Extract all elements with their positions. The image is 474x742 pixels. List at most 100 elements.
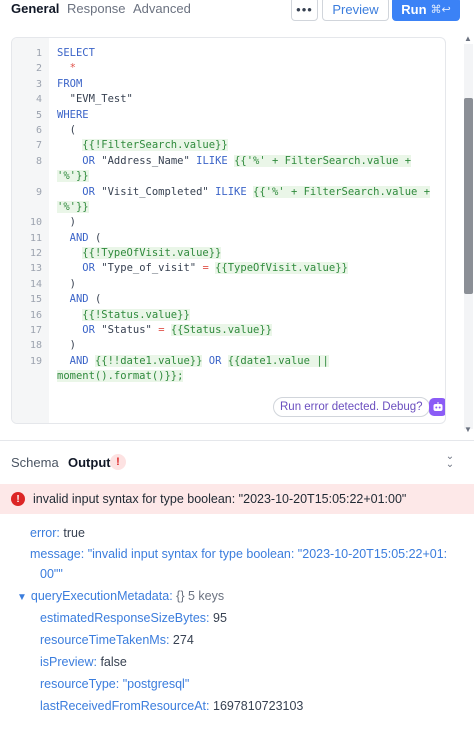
error-icon: ! (11, 492, 25, 506)
tab-advanced[interactable]: Advanced (133, 1, 191, 16)
code-token: "Status" (101, 324, 152, 337)
code-line: moment().format()}}; (12, 369, 445, 384)
line-number: 9 (35, 186, 42, 198)
code-line: 1 SELECT (12, 46, 445, 61)
code-line: 13 OR "Type_of_visit" = {{TypeOfVisit.va… (12, 261, 445, 276)
code-line: 5 WHERE (12, 108, 445, 123)
json-row-field: resourceType: "postgresql" (40, 677, 189, 691)
code-token: * (69, 62, 76, 75)
code-line: 6 ( (12, 123, 445, 138)
code-token: "Type_of_visit" (101, 262, 197, 275)
line-number: 18 (29, 340, 42, 352)
run-button[interactable]: Run ⌘↩ (392, 0, 460, 21)
code-token: {{!FilterSearch.value}} (82, 139, 228, 152)
code-token: {{!Status.value}} (82, 308, 190, 321)
line-number: 19 (29, 355, 42, 367)
panel-divider[interactable] (0, 440, 474, 441)
run-button-label: Run (401, 1, 427, 17)
code-line: 8 OR "Address_Name" ILIKE {{'%' + Filter… (12, 154, 445, 169)
code-line: 15 AND ( (12, 292, 445, 307)
json-key: lastReceivedFromResourceAt: (40, 699, 210, 713)
code-token: "Address_Name" (101, 154, 190, 167)
caret-down-icon[interactable]: ▼ (17, 592, 27, 603)
code-line: 4 "EVM_Test" (12, 92, 445, 107)
code-line: 11 AND ( (12, 231, 445, 246)
json-value: 95 (213, 611, 227, 625)
code-token: = (202, 262, 209, 275)
code-token: "Visit_Completed" (101, 185, 209, 198)
line-number: 8 (35, 155, 42, 167)
scroll-down-arrow-icon[interactable]: ▼ (463, 425, 473, 435)
code-token: SELECT (57, 47, 95, 59)
code-line: 17 OR "Status" = {{Status.value}} (12, 323, 445, 338)
line-number: 12 (29, 248, 42, 260)
code-token: WHERE (57, 108, 89, 121)
line-number: 6 (35, 124, 42, 136)
code-token: ( (94, 231, 102, 244)
json-value: 00"" (40, 567, 63, 581)
code-line: 18 ) (12, 338, 445, 353)
code-token: FROM (57, 77, 83, 90)
code-line: 12 {{!TypeOfVisit.value}} (12, 246, 445, 261)
more-options-button[interactable]: ••• (291, 0, 318, 21)
json-value: false (100, 655, 127, 669)
json-value: 1697810723103 (213, 699, 304, 713)
json-row-field: lastReceivedFromResourceAt: 169781072310… (40, 699, 303, 713)
code-token: OR (82, 185, 95, 198)
code-token: moment().format()}}; (57, 370, 184, 383)
code-token: AND (69, 231, 89, 244)
code-line: 2 * (12, 61, 445, 76)
line-number: 3 (35, 78, 42, 90)
tab-schema[interactable]: Schema (11, 455, 59, 470)
line-number: 4 (35, 94, 42, 106)
code-token: ) (69, 277, 76, 290)
line-number: 2 (35, 63, 42, 75)
code-token: {{Status.value}} (170, 324, 272, 337)
line-number: 15 (29, 294, 42, 306)
code-line: '%'}} (12, 169, 445, 184)
code-token: = (158, 324, 165, 337)
error-badge-icon: ! (110, 454, 126, 470)
code-line: 9 OR "Visit_Completed" ILIKE {{'%' + Fil… (12, 185, 445, 200)
json-row-message: message: "invalid input syntax for type … (30, 547, 447, 561)
code-token: {{!TypeOfVisit.value}} (82, 247, 222, 260)
tab-general[interactable]: General (11, 1, 59, 16)
code-area[interactable]: 1 SELECT 2 * 3 FROM 4 "EVM_Test" 5 WHERE 6 … (12, 46, 445, 385)
code-token: ILIKE (196, 154, 228, 167)
sql-editor[interactable]: 1 SELECT 2 * 3 FROM 4 "EVM_Test" 5 WHERE 6 … (11, 37, 446, 424)
collapse-chevrons-icon[interactable]: ⌄ ⌄ (443, 452, 457, 470)
json-row-message-cont: 00"" (40, 567, 63, 581)
tab-output[interactable]: Output (68, 455, 111, 470)
line-number: 10 (29, 217, 42, 229)
json-key: message: (30, 547, 85, 561)
json-row-field: resourceTimeTakenMs: 274 (40, 633, 194, 647)
error-banner: ! invalid input syntax for type boolean:… (0, 484, 474, 514)
preview-button[interactable]: Preview (322, 0, 389, 21)
code-line: 19 AND {{!!date1.value}} OR {{date1.valu… (12, 354, 445, 369)
debug-prompt-button[interactable]: Run error detected. Debug? (273, 397, 430, 417)
code-token: AND (69, 354, 89, 367)
line-number: 11 (29, 232, 42, 244)
ai-assistant-icon[interactable] (429, 398, 445, 416)
code-token: {{date1.value || (227, 354, 329, 367)
code-token: ) (69, 339, 76, 352)
json-key: queryExecutionMetadata: (30, 589, 173, 603)
code-token: '%'}} (57, 170, 89, 183)
json-key: isPreview: (40, 655, 97, 669)
scroll-up-arrow-icon[interactable]: ▲ (463, 34, 473, 44)
code-line: 14 ) (12, 277, 445, 292)
json-row-metadata[interactable]: ▼ queryExecutionMetadata: {} 5 keys (17, 589, 224, 603)
json-value: "invalid input syntax for type boolean: … (87, 547, 448, 561)
code-line: 10 ) (12, 215, 445, 230)
code-token: ) (69, 216, 76, 229)
code-token: {{'%' + FilterSearch.value + (253, 185, 431, 198)
json-key-count: 5 keys (188, 589, 225, 603)
json-key: estimatedResponseSizeBytes: (40, 611, 210, 625)
json-key: resourceTimeTakenMs: (40, 633, 170, 647)
line-number: 16 (29, 309, 42, 321)
code-line: 3 FROM (12, 77, 445, 92)
scrollbar-thumb[interactable] (464, 98, 473, 294)
code-token: OR (82, 324, 95, 337)
tab-response[interactable]: Response (67, 1, 126, 16)
code-token: OR (208, 354, 222, 367)
